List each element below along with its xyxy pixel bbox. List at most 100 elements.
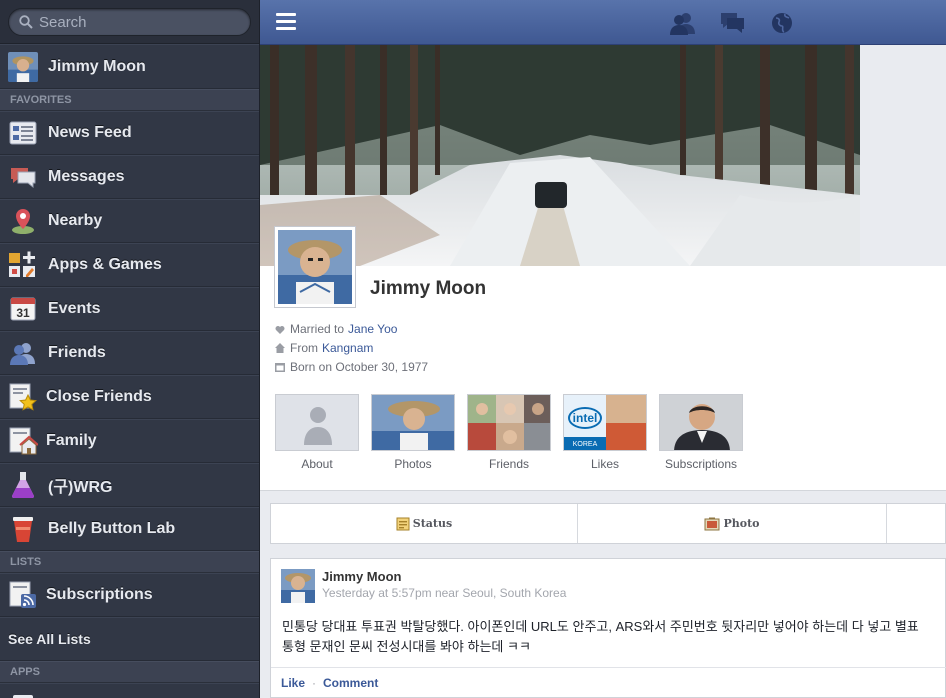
- sidebar-item-subscriptions[interactable]: Subscriptions: [0, 573, 259, 617]
- about-silhouette-icon: [275, 394, 359, 451]
- intel-logo: intel: [568, 407, 602, 429]
- see-all-lists-link[interactable]: See All Lists: [0, 617, 259, 661]
- sidebar-item-app[interactable]: [0, 683, 259, 698]
- apps-games-icon: [8, 250, 38, 280]
- section-header-favorites: FAVORITES: [0, 89, 259, 111]
- status-button[interactable]: Status: [271, 504, 578, 543]
- friends-icon: [8, 338, 38, 368]
- hometown-link[interactable]: Kangnam: [322, 341, 373, 355]
- cup-icon: [8, 514, 38, 544]
- sidebar-item-belly-button-lab[interactable]: Belly Button Lab: [0, 507, 259, 551]
- subscriptions-thumbnail: [659, 394, 743, 451]
- photos-thumbnail: [371, 394, 455, 451]
- calendar-day: 31: [16, 306, 30, 320]
- post-actions: Like · Comment: [271, 667, 946, 698]
- photo-icon: [704, 517, 720, 530]
- tile-label: Photos: [394, 457, 432, 471]
- top-bar: [260, 0, 946, 45]
- sidebar-item-label: Nearby: [48, 212, 103, 229]
- like-link[interactable]: Like: [281, 676, 305, 690]
- sidebar-item-events[interactable]: 31 Events: [0, 287, 259, 331]
- search-icon: [19, 15, 33, 29]
- sidebar-item-close-friends[interactable]: Close Friends: [0, 375, 259, 419]
- composer-bar: Status Photo: [270, 503, 946, 544]
- tile-label: Subscriptions: [664, 457, 738, 471]
- sidebar-item-label: (구)WRG: [48, 479, 113, 496]
- sidebar-item-messages[interactable]: Messages: [0, 155, 259, 199]
- section-header-apps: APPS: [0, 661, 259, 683]
- family-house-icon: [8, 426, 38, 456]
- tile-label: About: [301, 457, 333, 471]
- calendar-small-icon: [275, 363, 285, 372]
- profile-card: Jimmy Moon Married to Jane Yoo From Kang…: [260, 226, 946, 491]
- relationship-line: Married to Jane Yoo: [275, 322, 397, 336]
- likes-thumbnail: intel KOREA: [563, 394, 647, 451]
- sidebar-item-family[interactable]: Family: [0, 419, 259, 463]
- from-prefix: From: [290, 341, 318, 355]
- photo-button[interactable]: Photo: [578, 504, 887, 543]
- search-bar: Search: [0, 0, 259, 44]
- sidebar-item-wrg[interactable]: (구)WRG: [0, 463, 259, 507]
- calendar-icon: 31: [8, 294, 38, 324]
- story-post: Jimmy Moon Yesterday at 5:57pm near Seou…: [270, 558, 946, 698]
- sidebar-item-label: Messages: [48, 168, 125, 185]
- sidebar-item-apps-games[interactable]: Apps & Games: [0, 243, 259, 287]
- heart-icon: [275, 325, 285, 334]
- profile-picture[interactable]: [274, 226, 356, 308]
- sidebar-item-label: Apps & Games: [48, 256, 162, 273]
- tile-photos[interactable]: Photos: [371, 394, 455, 471]
- sidebar-item-profile[interactable]: Jimmy Moon: [0, 44, 259, 89]
- sidebar-item-friends[interactable]: Friends: [0, 331, 259, 375]
- comment-link[interactable]: Comment: [323, 676, 378, 690]
- sidebar-item-label: Subscriptions: [46, 586, 153, 603]
- tile-subscriptions[interactable]: Subscriptions: [659, 394, 743, 471]
- sidebar-item-nearby[interactable]: Nearby: [0, 199, 259, 243]
- more-composer-button[interactable]: [887, 504, 945, 543]
- post-body: 민통당 당대표 투표권 박탈당했다. 아이폰인데 URL도 안주고, ARS와서…: [282, 617, 946, 657]
- nearby-icon: [8, 206, 38, 236]
- birthday-text: Born on October 30, 1977: [290, 360, 429, 374]
- flask-icon: [8, 470, 38, 500]
- search-placeholder: Search: [39, 13, 87, 31]
- post-avatar[interactable]: [281, 569, 315, 603]
- news-feed-icon: [8, 118, 38, 148]
- sidebar-item-label: Events: [48, 300, 101, 317]
- hometown-line: From Kangnam: [275, 341, 373, 355]
- friend-requests-icon[interactable]: [670, 11, 696, 35]
- messages-icon: [8, 162, 38, 192]
- friends-thumbnail: [467, 394, 551, 451]
- app-icon: [8, 688, 38, 698]
- main-content: Jimmy Moon Married to Jane Yoo From Kang…: [260, 45, 946, 698]
- post-timestamp: Yesterday at 5:57pm near Seoul, South Ko…: [322, 586, 567, 600]
- section-header-lists: LISTS: [0, 551, 259, 573]
- profile-name: Jimmy Moon: [370, 278, 487, 299]
- search-input[interactable]: Search: [8, 8, 251, 36]
- spouse-link[interactable]: Jane Yoo: [348, 322, 397, 336]
- married-prefix: Married to: [290, 322, 345, 336]
- notifications-globe-icon[interactable]: [770, 11, 796, 35]
- sidebar-item-news-feed[interactable]: News Feed: [0, 111, 259, 155]
- sidebar: Search Jimmy Moon FAVORITES News Feed Me…: [0, 0, 260, 698]
- sidebar-item-label: News Feed: [48, 124, 132, 141]
- messages-icon[interactable]: [720, 11, 746, 35]
- post-line-1: 민통당 당대표 투표권 박탈당했다. 아이폰인데 URL도 안주고, ARS와서…: [282, 619, 919, 634]
- sidebar-user-name: Jimmy Moon: [48, 57, 146, 75]
- cover-gap: [860, 45, 946, 266]
- birthday-line: Born on October 30, 1977: [275, 360, 428, 374]
- post-line-2: 통형 문재인 문씨 전성시대를 봐야 하는데 ㅋㅋ: [282, 639, 531, 654]
- post-author[interactable]: Jimmy Moon: [322, 569, 401, 584]
- tile-about[interactable]: About: [275, 394, 359, 471]
- status-icon: [396, 517, 410, 530]
- tile-friends[interactable]: Friends: [467, 394, 551, 471]
- close-friends-star-icon: [8, 382, 38, 412]
- sidebar-item-label: Family: [46, 432, 97, 449]
- avatar: [8, 51, 38, 82]
- home-icon: [275, 343, 285, 353]
- sidebar-item-label: Friends: [48, 344, 106, 361]
- tile-likes[interactable]: intel KOREA Likes: [563, 394, 647, 471]
- intel-korea-label: KOREA: [564, 437, 606, 450]
- menu-icon[interactable]: [276, 13, 296, 31]
- separator-dot: ·: [312, 676, 317, 690]
- sidebar-item-label: Belly Button Lab: [48, 520, 176, 537]
- tile-label: Friends: [488, 457, 529, 471]
